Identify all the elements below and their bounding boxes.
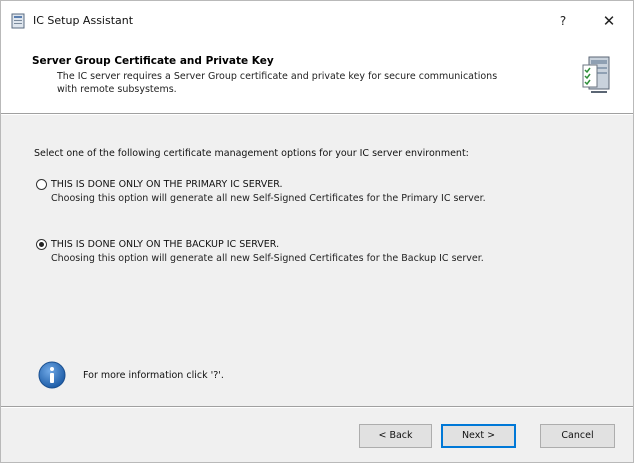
backup-server-radio[interactable] (36, 239, 47, 250)
primary-server-option-description: Choosing this option will generate all n… (51, 193, 486, 204)
header-divider-highlight (1, 114, 633, 115)
window-title: IC Setup Assistant (33, 14, 134, 27)
primary-server-radio[interactable] (36, 179, 47, 190)
back-button[interactable]: < Back (359, 424, 432, 448)
page-description: The IC server requires a Server Group ce… (57, 71, 498, 95)
primary-server-option-label[interactable]: THIS IS DONE ONLY ON THE PRIMARY IC SERV… (51, 179, 283, 190)
cancel-button[interactable]: Cancel (540, 424, 615, 448)
wizard-header: Server Group Certificate and Private Key… (1, 41, 633, 113)
title-bar: IC Setup Assistant ? ✕ (1, 1, 633, 41)
setup-app-icon (11, 13, 25, 29)
backup-server-option-description: Choosing this option will generate all n… (51, 253, 484, 264)
next-button[interactable]: Next > (441, 424, 516, 448)
info-icon (38, 361, 66, 389)
server-checklist-icon (582, 56, 610, 93)
footer-divider-highlight (1, 407, 633, 408)
close-button[interactable]: ✕ (595, 7, 623, 35)
options-prompt: Select one of the following certificate … (34, 148, 469, 159)
page-title: Server Group Certificate and Private Key (32, 55, 274, 67)
help-button[interactable]: ? (549, 7, 577, 35)
setup-assistant-window: IC Setup Assistant ? ✕ Server Group Cert… (0, 0, 634, 463)
info-text: For more information click '?'. (83, 370, 224, 381)
backup-server-option-label[interactable]: THIS IS DONE ONLY ON THE BACKUP IC SERVE… (51, 239, 279, 250)
